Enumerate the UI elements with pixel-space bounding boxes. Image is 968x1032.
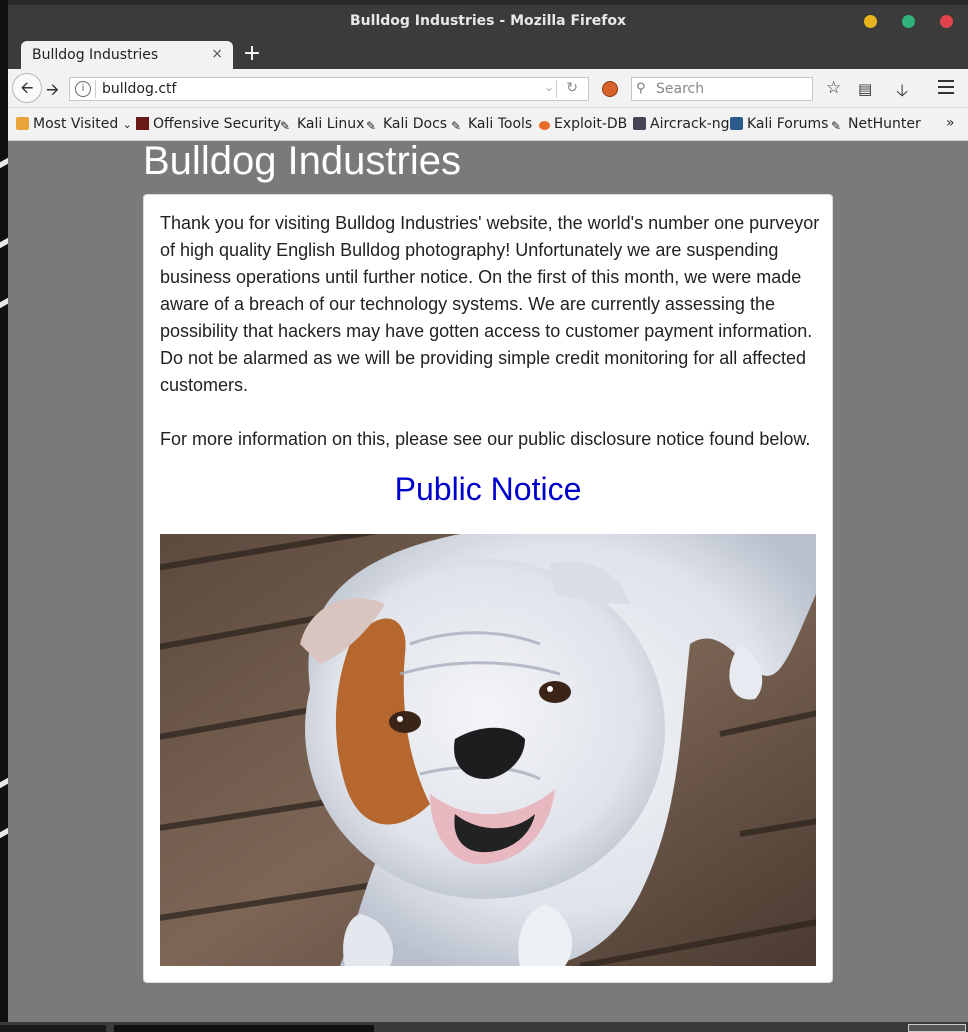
url-dropdown-icon[interactable]: ⌄ [544, 80, 554, 94]
taskbar-firefox-item[interactable] [114, 1025, 374, 1032]
bookmarks-overflow-button[interactable]: » [946, 115, 955, 131]
folder-icon [16, 117, 29, 130]
page-title: Bulldog Industries [143, 139, 461, 183]
maximize-button[interactable] [902, 15, 915, 28]
bookmark-exploit-db[interactable]: Exploit-DB [539, 116, 627, 132]
offsec-icon [136, 117, 149, 130]
url-text[interactable]: bulldog.ctf [102, 81, 176, 97]
content-card: Thank you for visiting Bulldog Industrie… [143, 194, 833, 983]
navigation-toolbar: 🡨 🡪 i bulldog.ctf ⌄ ↻ ⚲ ☆ ▤ 🡣 [8, 69, 968, 108]
desktop-background-strip [0, 0, 8, 1032]
bookmark-kali-tools[interactable]: ✎ Kali Tools [451, 116, 533, 133]
bookmark-kali-linux[interactable]: ✎ Kali Linux [280, 116, 365, 133]
bookmark-label: Kali Tools [468, 116, 533, 132]
tab-bulldog-industries[interactable]: Bulldog Industries × [21, 41, 233, 69]
bookmark-label: Kali Linux [297, 116, 365, 132]
bookmark-star-icon[interactable]: ☆ [826, 78, 841, 98]
bookmark-nethunter[interactable]: ✎ NetHunter [831, 116, 921, 133]
aircrack-icon [633, 117, 646, 130]
url-separator [95, 80, 96, 98]
exploitdb-icon [539, 121, 550, 130]
minimize-button[interactable] [864, 15, 877, 28]
search-icon: ⚲ [636, 81, 646, 96]
chevron-down-icon: ⌄ [122, 118, 132, 131]
close-tab-icon[interactable]: × [211, 46, 223, 62]
search-box[interactable]: ⚲ [631, 77, 813, 101]
bulldog-photo [160, 534, 816, 966]
kali-dragon-icon: ✎ [831, 119, 842, 133]
url-separator-2 [556, 80, 557, 98]
bookmark-aircrack-ng[interactable]: Aircrack-ng [633, 116, 730, 132]
window-titlebar: Bulldog Industries - Mozilla Firefox [8, 0, 968, 40]
kali-dragon-icon: ✎ [366, 119, 377, 133]
bookmark-kali-docs[interactable]: ✎ Kali Docs [366, 116, 448, 133]
kali-dragon-icon: ✎ [280, 119, 291, 133]
download-icon[interactable]: 🡣 [896, 78, 908, 107]
forward-arrow-icon[interactable]: 🡪 [46, 79, 59, 106]
bookmark-label: Kali Forums [747, 116, 829, 132]
bookmark-label: Offensive Security [153, 116, 282, 132]
bookmark-label: NetHunter [848, 116, 921, 132]
kali-forums-icon [730, 117, 743, 130]
bookmark-offensive-security[interactable]: Offensive Security [136, 116, 281, 132]
window-title: Bulldog Industries - Mozilla Firefox [350, 13, 626, 29]
back-arrow-icon[interactable]: 🡨 [12, 73, 42, 103]
public-notice-link[interactable]: Public Notice [144, 471, 832, 508]
bookmark-kali-forums[interactable]: Kali Forums [730, 116, 828, 132]
bookmark-label: Kali Docs [383, 116, 448, 132]
taskbar-item[interactable] [0, 1025, 106, 1032]
reading-list-icon[interactable]: ▤ [858, 80, 872, 98]
system-taskbar [0, 1022, 968, 1032]
kali-dragon-icon: ✎ [451, 119, 462, 133]
reload-icon[interactable]: ↻ [566, 80, 578, 96]
bookmark-label: Aircrack-ng [650, 116, 730, 132]
tab-strip: Bulldog Industries × + [8, 40, 968, 69]
close-window-button[interactable] [940, 15, 953, 28]
extension-icon[interactable] [602, 81, 618, 97]
search-input[interactable] [654, 80, 808, 98]
disclosure-paragraph: For more information on this, please see… [160, 429, 811, 449]
bookmark-label: Exploit-DB [554, 116, 628, 132]
bookmark-most-visited[interactable]: Most Visited ⌄ [16, 116, 132, 132]
info-icon[interactable]: i [75, 81, 91, 97]
intro-paragraph: Thank you for visiting Bulldog Industrie… [160, 213, 820, 395]
new-tab-button[interactable]: + [242, 42, 262, 66]
tab-label: Bulldog Industries [32, 47, 159, 63]
bookmarks-toolbar: Most Visited ⌄ Offensive Security ✎ Kali … [8, 108, 968, 141]
url-bar[interactable]: i bulldog.ctf ⌄ ↻ [69, 77, 589, 101]
taskbar-clock [908, 1024, 966, 1032]
bookmark-label: Most Visited [33, 116, 119, 132]
hamburger-menu-icon[interactable] [938, 80, 954, 98]
